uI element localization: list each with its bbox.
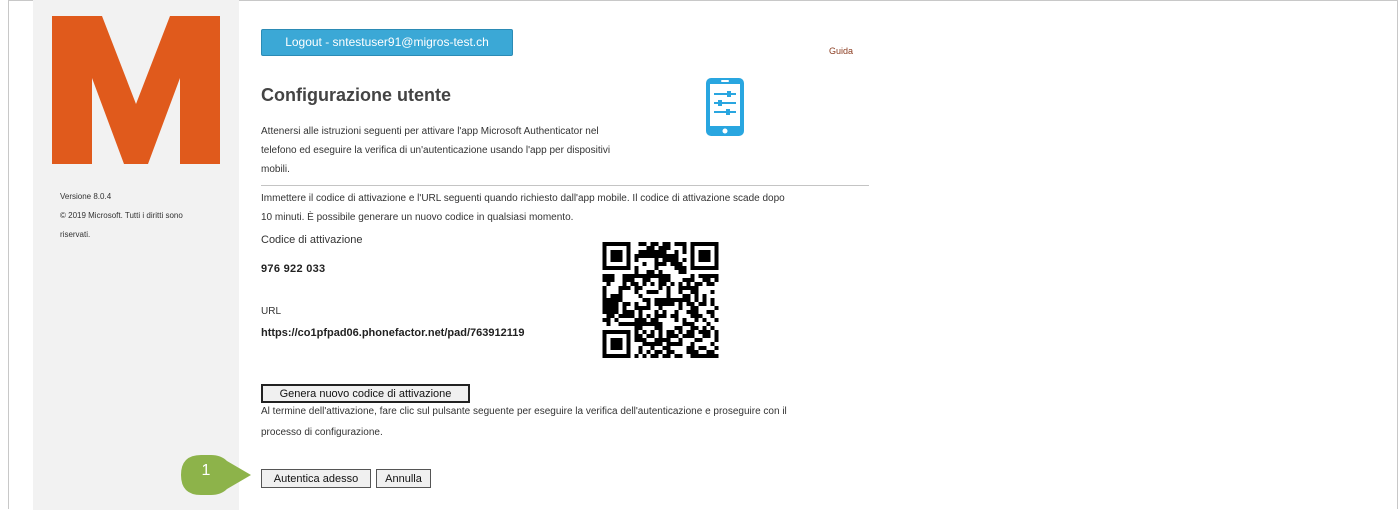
generate-code-button[interactable]: Genera nuovo codice di attivazione [261,384,470,403]
intro-text-line-3: mobili. [261,164,290,175]
after-activation-line-2: processo di configurazione. [261,427,383,438]
activation-code: 976 922 033 [261,263,326,275]
cancel-button[interactable]: Annulla [376,469,431,488]
divider [261,185,869,186]
step-number: 1 [201,462,211,479]
version-text: Versione 8.0.4 [60,192,112,201]
url-label: URL [261,306,282,317]
instructions-line-1: Immettere il codice di attivazione e l'U… [261,193,785,204]
page-title: Configurazione utente [261,85,451,105]
intro-text-line-1: Attenersi alle istruzioni seguenti per a… [261,126,599,137]
authenticate-now-button[interactable]: Autentica adesso [261,469,371,488]
activation-code-label: Codice di attivazione [261,234,363,246]
intro-text-line-2: telefono ed eseguire la verifica di un'a… [261,145,611,156]
copyright-text: © 2019 Microsoft. Tutti i diritti sono [60,211,183,220]
instructions-line-2: 10 minuti. È possibile generare un nuovo… [261,212,574,223]
qr-code [602,242,719,358]
logout-button[interactable]: Logout - sntestuser91@migros-test.ch [261,29,513,56]
copyright-text-2: riservati. [60,230,91,239]
help-link[interactable]: Guida [829,46,853,56]
activation-url: https://co1pfpad06.phonefactor.net/pad/7… [261,327,525,339]
after-activation-line-1: Al termine dell'attivazione, fare clic s… [261,406,787,417]
mobile-settings-icon [706,78,744,136]
migros-logo [52,16,220,164]
